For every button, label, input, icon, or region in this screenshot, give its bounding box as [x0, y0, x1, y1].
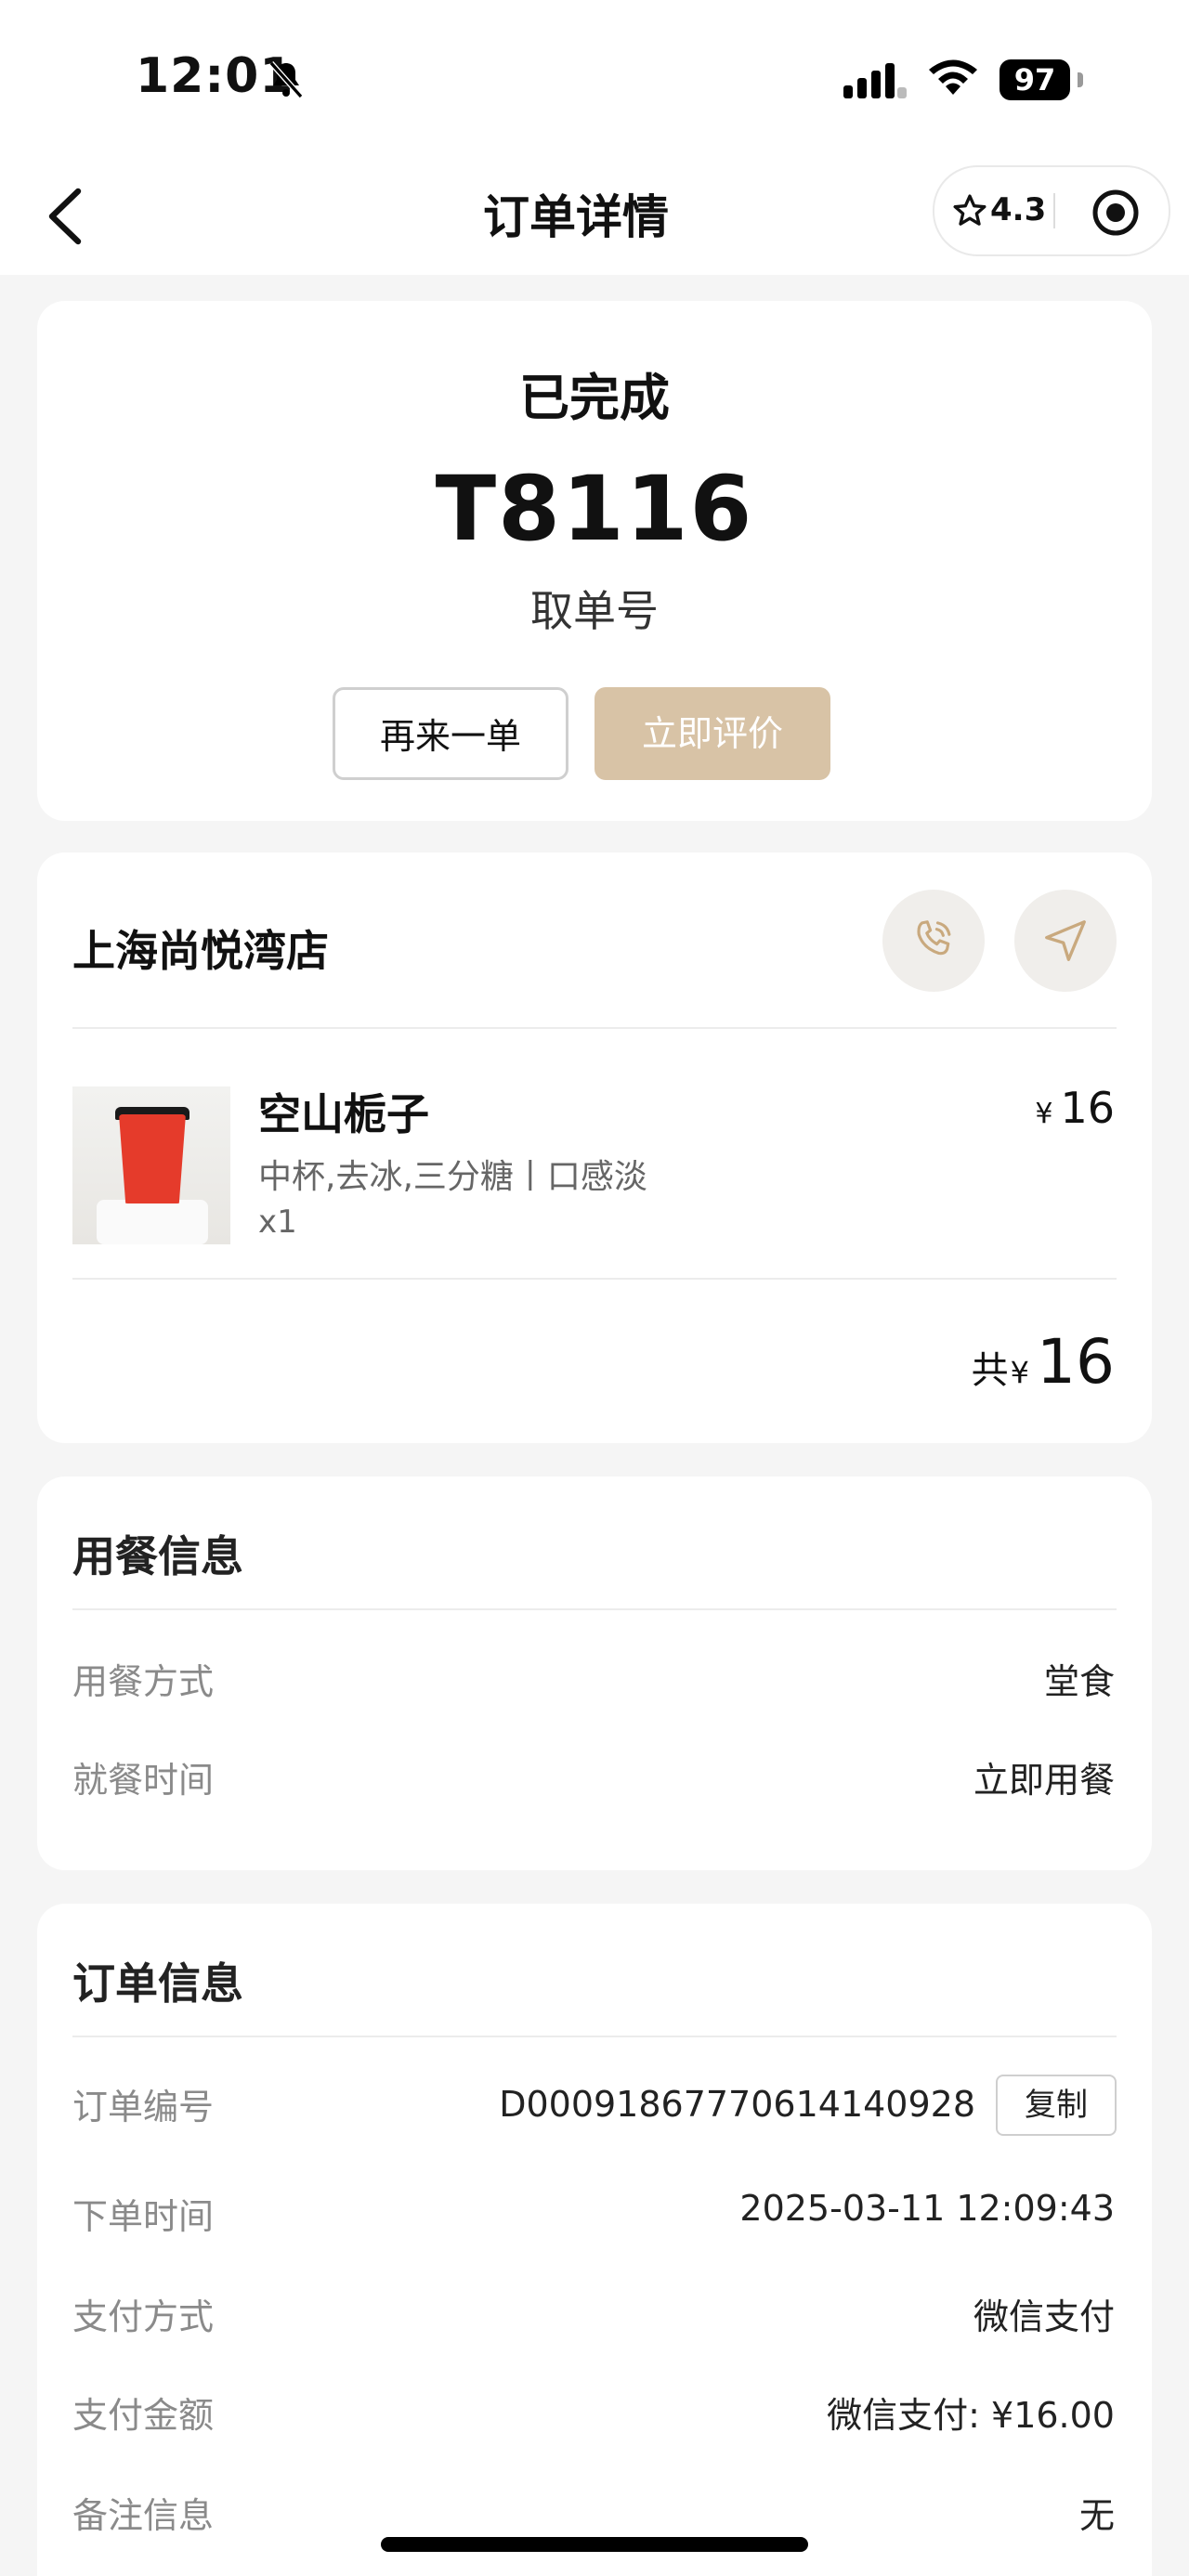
battery-indicator: 97 [1000, 59, 1083, 100]
total-value: 16 [1037, 1326, 1115, 1398]
star-icon[interactable] [951, 192, 988, 229]
payment-method-value: 微信支付 [973, 2296, 1115, 2337]
rating-value[interactable]: 4.3 [990, 191, 1046, 228]
product-image-cup [119, 1114, 186, 1203]
order-info-card: 订单信息 订单编号 D00091867770614140928 复制 下单时间 … [37, 1904, 1152, 2576]
wifi-icon [929, 59, 977, 95]
order-detail-page: 12:01 97 订单详情 4.3 已完成 T8116 取单号 再来一单 立即评… [0, 0, 1189, 2576]
battery-nub [1078, 72, 1083, 87]
copy-order-number-button[interactable]: 复制 [996, 2075, 1117, 2136]
product-image [72, 1086, 230, 1244]
close-miniprogram-icon[interactable] [1091, 188, 1141, 238]
dining-time-value: 立即用餐 [973, 1760, 1115, 1801]
status-bar: 12:01 97 [0, 0, 1189, 158]
navigate-store-button[interactable] [1014, 890, 1117, 992]
phone-icon [917, 920, 951, 956]
miniprogram-capsule: 4.3 [933, 165, 1170, 256]
dining-section-title: 用餐信息 [72, 1531, 243, 1581]
product-price: ¥16 [1035, 1083, 1115, 1133]
rate-button[interactable]: 立即评价 [594, 687, 830, 780]
product-price-value: 16 [1060, 1083, 1115, 1133]
home-indicator[interactable] [381, 2537, 808, 2552]
order-time-value: 2025-03-11 12:09:43 [739, 2188, 1115, 2229]
battery-level: 97 [1000, 59, 1070, 100]
order-total: 共¥ 16 [972, 1326, 1115, 1398]
dining-info-card: 用餐信息 用餐方式 堂食 就餐时间 立即用餐 [37, 1477, 1152, 1870]
dining-mode-label: 用餐方式 [72, 1661, 215, 1702]
order-number-label: 订单编号 [72, 2087, 215, 2127]
product-name: 空山栀子 [258, 1089, 429, 1139]
remark-value: 无 [1078, 2495, 1115, 2536]
nav-bar: 订单详情 4.3 [0, 158, 1189, 275]
dining-mode-value: 堂食 [1043, 1661, 1115, 1702]
total-prefix: 共 [971, 1349, 1009, 1392]
order-status-card: 已完成 T8116 取单号 再来一单 立即评价 [37, 301, 1152, 821]
order-time-label: 下单时间 [72, 2196, 215, 2237]
navigation-arrow-icon [1045, 920, 1086, 961]
divider [72, 1608, 1117, 1610]
cellular-signal-icon [843, 63, 907, 98]
currency-symbol: ¥ [1035, 1098, 1053, 1130]
pickup-code-label: 取单号 [530, 586, 659, 636]
order-number-value: D00091867770614140928 [499, 2084, 975, 2125]
payment-amount-value: 微信支付: ¥16.00 [827, 2395, 1115, 2436]
order-section-title: 订单信息 [72, 1958, 243, 2009]
payment-amount-label: 支付金额 [72, 2395, 215, 2436]
product-image-stand [97, 1200, 208, 1244]
payment-method-label: 支付方式 [72, 2296, 215, 2337]
pickup-code: T8116 [435, 457, 754, 561]
divider [72, 2036, 1117, 2037]
product-quantity: x1 [258, 1203, 297, 1241]
call-store-button[interactable] [882, 890, 985, 992]
capsule-divider [1053, 193, 1055, 228]
reorder-button[interactable]: 再来一单 [333, 687, 568, 780]
total-currency: ¥ [1010, 1355, 1030, 1390]
remark-label: 备注信息 [72, 2495, 215, 2536]
order-status: 已完成 [519, 369, 670, 427]
divider [72, 1278, 1117, 1280]
divider [72, 1027, 1117, 1029]
product-options: 中杯,去冰,三分糖丨口感淡 [258, 1158, 647, 1196]
dining-time-label: 就餐时间 [72, 1760, 215, 1801]
store-name[interactable]: 上海尚悦湾店 [72, 917, 329, 979]
bell-muted-icon [268, 61, 304, 98]
store-card: 上海尚悦湾店 空山栀子 中杯,去冰,三分糖丨口感淡 x1 ¥16 共¥ 16 [37, 852, 1152, 1443]
